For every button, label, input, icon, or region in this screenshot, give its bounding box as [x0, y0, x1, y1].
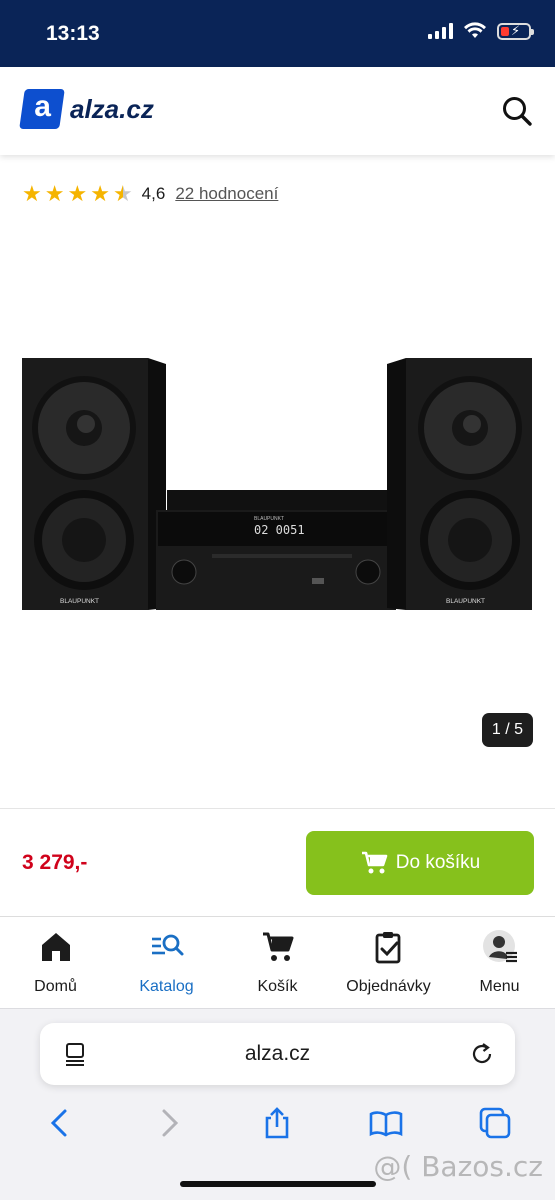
buy-bar: 3 279,- Do košíku [0, 808, 555, 915]
cellular-signal-icon [428, 23, 453, 39]
nav-item-catalog[interactable]: Katalog [111, 917, 222, 1008]
rating-value: 4,6 [141, 184, 166, 203]
reviews-link[interactable]: 22 hodnocení [175, 184, 278, 204]
nav-item-cart[interactable]: Košík [222, 917, 333, 1008]
alza-logo-mark: a [19, 89, 65, 129]
right-speaker: BLAUPUNKT [387, 358, 532, 610]
nav-label-home: Domů [34, 978, 77, 995]
logo-letter: a [33, 90, 51, 123]
star-full-icon: ★ [22, 181, 42, 206]
catalog-search-icon [151, 934, 183, 956]
cart-icon [262, 932, 293, 961]
alza-logo[interactable]: a alza.cz [19, 89, 154, 129]
right-speaker-brand: BLAUPUNKT [446, 598, 485, 605]
star-half-icon: ★ [112, 181, 133, 206]
bottom-navigation: Domů Katalog Košík Objednávky Menu [0, 916, 555, 1008]
left-speaker: BLAUPUNKT [22, 358, 166, 610]
star-full-icon: ★ [67, 181, 88, 206]
nav-label-menu: Menu [479, 978, 520, 995]
watermark: @( Bazos.cz [373, 1150, 543, 1183]
unit-brand: BLAUPUNKT [254, 516, 284, 522]
nav-item-orders[interactable]: Objednávky [333, 917, 444, 1008]
forward-icon[interactable] [152, 1106, 186, 1140]
nav-label-catalog: Katalog [139, 978, 194, 995]
status-icons: ⚡ [428, 22, 534, 40]
home-indicator [180, 1181, 376, 1187]
nav-item-home[interactable]: Domů [0, 917, 111, 1008]
add-to-cart-button[interactable]: Do košíku [306, 831, 534, 895]
left-speaker-brand: BLAUPUNKT [60, 598, 99, 605]
home-icon [41, 933, 70, 961]
wifi-icon [464, 22, 486, 38]
display-readout: 02 0051 [254, 523, 305, 537]
nav-label-cart: Košík [257, 978, 298, 995]
status-time: 13:13 [46, 22, 100, 45]
search-icon[interactable] [501, 95, 533, 127]
star-full-icon: ★ [44, 181, 65, 206]
logo-text: alza.cz [70, 93, 154, 124]
app-header: a alza.cz [0, 67, 555, 155]
share-icon[interactable] [260, 1106, 294, 1140]
nav-item-menu[interactable]: Menu [444, 917, 555, 1008]
orders-clipboard-icon [375, 932, 400, 964]
battery-charging-icon: ⚡ [497, 22, 534, 40]
product-image[interactable]: BLAUPUNKT 02 0051 BLAUPUNKT BLAUPUNKT [22, 350, 532, 620]
micro-system-unit: 02 0051 BLAUPUNKT [156, 490, 396, 610]
address-bar[interactable]: alza.cz [40, 1023, 515, 1085]
user-menu-icon [482, 930, 517, 963]
browser-toolbar [0, 1101, 555, 1145]
nav-label-orders: Objednávky [346, 978, 431, 995]
bookmarks-icon[interactable] [369, 1106, 403, 1140]
reload-icon[interactable] [469, 1041, 495, 1067]
tabs-icon[interactable] [478, 1106, 512, 1140]
product-rating: ★ ★ ★ ★ ★ 4,6 22 hodnocení [22, 181, 278, 207]
back-icon[interactable] [43, 1106, 77, 1140]
star-full-icon: ★ [90, 181, 110, 206]
cart-icon [361, 851, 388, 874]
status-bar: 13:13 ⚡ [0, 0, 555, 67]
product-price: 3 279,- [22, 851, 88, 874]
image-counter-badge: 1 / 5 [481, 713, 533, 747]
add-to-cart-label: Do košíku [395, 852, 481, 873]
url-text: alza.cz [244, 1042, 311, 1065]
